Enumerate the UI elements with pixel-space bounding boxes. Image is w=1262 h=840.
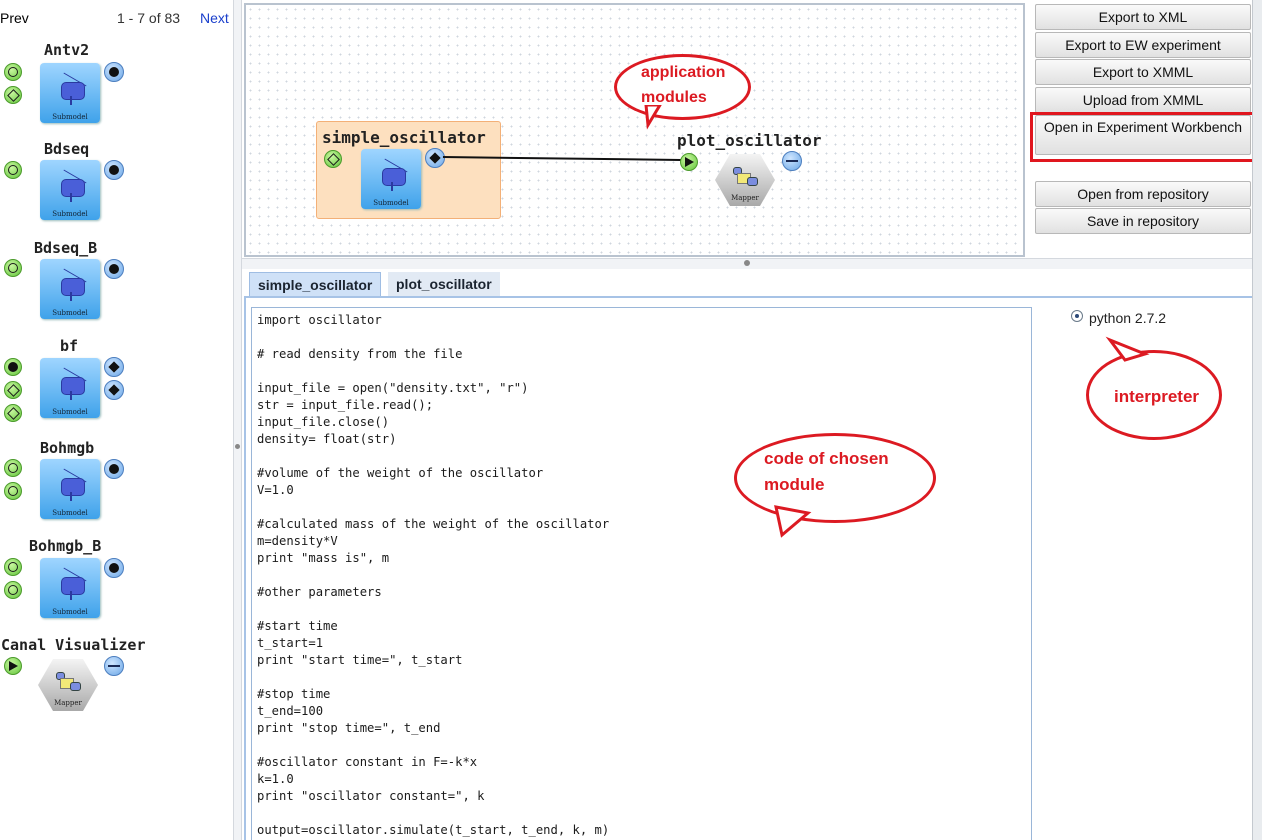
interpreter-label: python 2.7.2 — [1089, 310, 1167, 326]
output-port-icon[interactable] — [104, 259, 124, 279]
input-port-icon[interactable] — [680, 153, 698, 171]
pager-prev-link[interactable]: Prev — [0, 10, 29, 26]
export-ew-button[interactable]: Export to EW experiment — [1035, 32, 1251, 58]
input-port-icon[interactable] — [4, 63, 22, 81]
palette-module-title: Bdseq — [44, 140, 90, 158]
input-port-icon[interactable] — [4, 358, 22, 376]
input-port-icon[interactable] — [4, 259, 22, 277]
module-kind-label: Submodel — [52, 408, 88, 416]
output-port-icon[interactable] — [104, 380, 124, 400]
interpreter-radio[interactable] — [1071, 310, 1083, 322]
output-port-icon[interactable] — [104, 558, 124, 578]
output-port-icon[interactable] — [104, 656, 124, 676]
palette-module-title: Bdseq_B — [34, 239, 98, 257]
tab-simple-oscillator[interactable]: simple_oscillator — [249, 272, 382, 297]
canvas-node-title: plot_oscillator — [677, 131, 822, 150]
annotation-text: interpreter — [1114, 387, 1200, 406]
annotation-text: code of chosen module — [764, 449, 889, 494]
input-port-icon[interactable] — [4, 657, 22, 675]
output-port-icon[interactable] — [782, 151, 802, 171]
palette-module-bohmgb[interactable]: Submodel — [40, 459, 100, 519]
module-kind-label: Submodel — [52, 309, 88, 317]
input-port-icon[interactable] — [4, 581, 22, 599]
window-scrollbar[interactable] — [1252, 0, 1262, 840]
export-xml-button[interactable]: Export to XML — [1035, 4, 1251, 30]
open-repository-button[interactable]: Open from repository — [1035, 181, 1251, 207]
code-editor[interactable]: import oscillator # read density from th… — [251, 307, 1032, 840]
splitter-handle-icon — [744, 260, 750, 266]
input-port-icon[interactable] — [4, 86, 22, 104]
callout-tail-icon — [774, 505, 812, 538]
input-port-icon[interactable] — [4, 404, 22, 422]
vertical-splitter[interactable] — [233, 0, 242, 840]
upload-xmml-button[interactable]: Upload from XMML — [1035, 87, 1251, 113]
annotation-text: application modules — [641, 64, 726, 106]
input-port-icon[interactable] — [4, 558, 22, 576]
palette-module-bohmgb-b[interactable]: Submodel — [40, 558, 100, 618]
module-kind-label: Submodel — [52, 113, 88, 121]
pager-range: 1 - 7 of 83 — [117, 10, 181, 26]
module-kind-label: Submodel — [373, 199, 409, 207]
palette-module-title: bf — [60, 337, 79, 355]
tab-plot-oscillator[interactable]: plot_oscillator — [388, 272, 500, 296]
output-port-icon[interactable] — [104, 160, 124, 180]
palette-module-title: Canal Visualizer — [1, 636, 146, 654]
input-port-icon[interactable] — [4, 161, 22, 179]
output-port-icon[interactable] — [104, 459, 124, 479]
module-kind-label: Submodel — [52, 608, 88, 616]
palette-module-title: Bohmgb_B — [29, 537, 102, 555]
input-port-icon[interactable] — [4, 381, 22, 399]
output-port-icon[interactable] — [104, 357, 124, 377]
palette-module-antv2[interactable]: Submodel — [40, 63, 100, 123]
pager-next-link[interactable]: Next — [200, 10, 229, 26]
palette-module-title: Antv2 — [44, 41, 90, 59]
callout-tail-icon — [1105, 336, 1150, 362]
input-port-icon[interactable] — [4, 459, 22, 477]
export-xmml-button[interactable]: Export to XMML — [1035, 59, 1251, 85]
palette-module-bdseq[interactable]: Submodel — [40, 160, 100, 220]
palette-module-bdseq-b[interactable]: Submodel — [40, 259, 100, 319]
palette-module-bf[interactable]: Submodel — [40, 358, 100, 418]
input-port-icon[interactable] — [4, 482, 22, 500]
module-kind-label: Submodel — [52, 210, 88, 218]
module-palette — [0, 0, 233, 840]
output-port-icon[interactable] — [104, 62, 124, 82]
palette-module-title: Bohmgb — [40, 439, 95, 457]
highlight-box — [1030, 112, 1255, 162]
module-kind-label: Submodel — [52, 509, 88, 517]
splitter-handle-icon — [235, 444, 240, 449]
save-repository-button[interactable]: Save in repository — [1035, 208, 1251, 234]
